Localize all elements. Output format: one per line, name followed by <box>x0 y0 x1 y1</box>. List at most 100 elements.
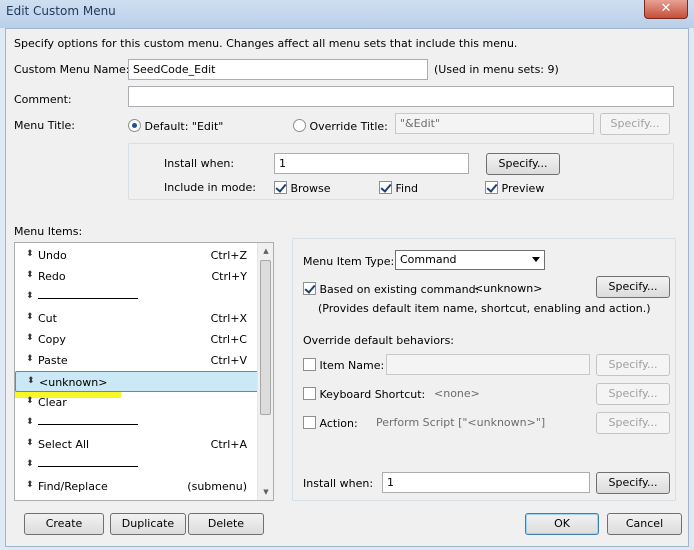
create-button[interactable]: Create <box>24 513 104 535</box>
menu-item-row[interactable]: ⬍ Copy Ctrl+C <box>15 329 259 350</box>
default-title-option[interactable]: Default: "Edit" <box>128 119 223 133</box>
install-when-label: Install when: <box>164 157 235 170</box>
title-bar: Edit Custom Menu ✕ <box>0 0 694 28</box>
browse-checkbox[interactable] <box>274 181 287 194</box>
item-name-checkbox[interactable] <box>303 358 316 371</box>
default-title-text: Default: "Edit" <box>144 120 224 133</box>
menu-item-shortcut: Ctrl+Y <box>211 270 247 283</box>
based-on-label: Based on existing command: <box>319 283 480 296</box>
item-install-specify-button[interactable]: Specify... <box>596 472 670 494</box>
delete-button[interactable]: Delete <box>188 513 264 535</box>
cancel-button[interactable]: Cancel <box>607 513 682 535</box>
browse-label: Browse <box>290 182 331 195</box>
comment-input[interactable] <box>128 86 674 107</box>
used-in-text: (Used in menu sets: 9) <box>434 63 559 76</box>
menu-separator-row[interactable]: ⬍ <box>15 287 259 308</box>
override-title-text: Override Title: <box>309 120 388 133</box>
action-row[interactable]: Action: <box>303 416 358 430</box>
based-on-value: <unknown> <box>474 282 543 295</box>
menu-item-label: Copy <box>38 333 66 346</box>
action-label: Action: <box>319 417 358 430</box>
drag-handle-icon[interactable]: ⬍ <box>26 249 34 259</box>
based-on-checkbox[interactable] <box>303 282 316 295</box>
duplicate-button[interactable]: Duplicate <box>110 513 186 535</box>
menu-item-row[interactable]: ⬍ Select All Ctrl+A <box>15 434 259 455</box>
drag-handle-icon[interactable]: ⬍ <box>26 417 34 427</box>
find-checkbox[interactable] <box>379 181 392 194</box>
keyboard-shortcut-row[interactable]: Keyboard Shortcut: <box>303 387 425 401</box>
mode-find[interactable]: Find <box>379 181 418 195</box>
menu-title-label: Menu Title: <box>14 119 75 132</box>
menu-separator-row[interactable]: ⬍ <box>15 455 259 476</box>
provides-note: (Provides default item name, shortcut, e… <box>318 302 651 315</box>
scroll-down-arrow[interactable]: ▼ <box>258 484 273 500</box>
preview-label: Preview <box>501 182 545 195</box>
menu-items-list[interactable]: ⬍ Undo Ctrl+Z ⬍ Redo Ctrl+Y ⬍ ⬍ Cut Ctrl+X ⬍ Copy Ct… <box>14 242 274 501</box>
preview-checkbox[interactable] <box>485 181 498 194</box>
action-specify-button[interactable]: Specify... <box>596 412 670 434</box>
drag-handle-icon[interactable]: ⬍ <box>26 480 34 490</box>
menu-item-row[interactable]: ⬍ Undo Ctrl+Z <box>15 245 259 266</box>
drag-handle-icon[interactable]: ⬍ <box>26 291 34 301</box>
keyboard-shortcut-specify-button[interactable]: Specify... <box>596 383 670 405</box>
intro-text: Specify options for this custom menu. Ch… <box>14 37 518 50</box>
action-value: Perform Script ["<unknown>"] <box>376 416 546 429</box>
drag-handle-icon[interactable]: ⬍ <box>26 312 34 322</box>
include-mode-label: Include in mode: <box>164 181 256 194</box>
keyboard-shortcut-value: <none> <box>434 387 480 400</box>
item-name-input[interactable] <box>386 354 590 375</box>
drag-handle-icon[interactable]: ⬍ <box>26 333 34 343</box>
override-title-input[interactable]: "&Edit" <box>395 113 594 134</box>
chevron-down-icon <box>532 257 540 262</box>
drag-handle-icon[interactable]: ⬍ <box>26 396 34 406</box>
drag-handle-icon[interactable]: ⬍ <box>26 438 34 448</box>
default-title-radio[interactable] <box>128 119 141 132</box>
list-scrollbar[interactable]: ▲ ▼ <box>257 243 273 500</box>
install-when-input[interactable]: 1 <box>274 153 469 174</box>
item-name-specify-button[interactable]: Specify... <box>596 354 670 376</box>
separator-line <box>38 466 138 467</box>
menu-separator-row[interactable]: ⬍ <box>15 413 259 434</box>
item-name-label: Item Name: <box>319 359 385 372</box>
menu-name-input[interactable]: SeedCode_Edit <box>128 59 428 80</box>
menu-item-row[interactable]: ⬍ Paste Ctrl+V <box>15 350 259 371</box>
drag-handle-icon[interactable]: ⬍ <box>26 354 34 364</box>
menu-item-row[interactable]: ⬍ Clear <box>15 392 259 413</box>
based-on-specify-button[interactable]: Specify... <box>596 276 670 298</box>
menu-item-label: Redo <box>38 270 66 283</box>
menu-item-label: Undo <box>38 249 67 262</box>
keyboard-shortcut-checkbox[interactable] <box>303 387 316 400</box>
drag-handle-icon[interactable]: ⬍ <box>26 270 34 280</box>
override-title-radio[interactable] <box>293 119 306 132</box>
drag-handle-icon[interactable]: ⬍ <box>27 376 35 386</box>
scroll-up-arrow[interactable]: ▲ <box>258 243 273 259</box>
mode-preview[interactable]: Preview <box>485 181 544 195</box>
mode-browse[interactable]: Browse <box>274 181 331 195</box>
menu-items-label: Menu Items: <box>14 225 83 238</box>
menu-item-label: Find/Replace <box>38 480 108 493</box>
drag-handle-icon[interactable]: ⬍ <box>26 459 34 469</box>
item-type-select[interactable]: Command <box>395 250 545 270</box>
item-type-label: Menu Item Type: <box>303 255 395 268</box>
menu-item-row[interactable]: ⬍ <unknown> <box>15 371 259 392</box>
scroll-thumb[interactable] <box>260 260 271 415</box>
item-install-when-input[interactable]: 1 <box>382 472 590 493</box>
install-when-specify-button[interactable]: Specify... <box>486 153 560 175</box>
menu-item-row[interactable]: ⬍ Redo Ctrl+Y <box>15 266 259 287</box>
menu-name-label: Custom Menu Name: <box>14 63 130 76</box>
menu-item-shortcut: Ctrl+A <box>210 438 247 451</box>
menu-item-shortcut: (submenu) <box>187 480 247 493</box>
override-title-specify-button[interactable]: Specify... <box>600 113 670 135</box>
menu-item-shortcut: Ctrl+C <box>210 333 247 346</box>
menu-item-row[interactable]: ⬍ Cut Ctrl+X <box>15 308 259 329</box>
override-title-option[interactable]: Override Title: <box>293 119 388 133</box>
window-title: Edit Custom Menu <box>6 4 116 18</box>
ok-button[interactable]: OK <box>525 513 599 535</box>
menu-item-label: Clear <box>38 396 67 409</box>
close-button[interactable]: ✕ <box>644 0 688 19</box>
action-checkbox[interactable] <box>303 416 316 429</box>
separator-line <box>38 424 138 425</box>
item-name-row[interactable]: Item Name: <box>303 358 384 372</box>
based-on-row[interactable]: Based on existing command: <box>303 282 479 296</box>
menu-item-row[interactable]: ⬍ Find/Replace (submenu) <box>15 476 259 497</box>
